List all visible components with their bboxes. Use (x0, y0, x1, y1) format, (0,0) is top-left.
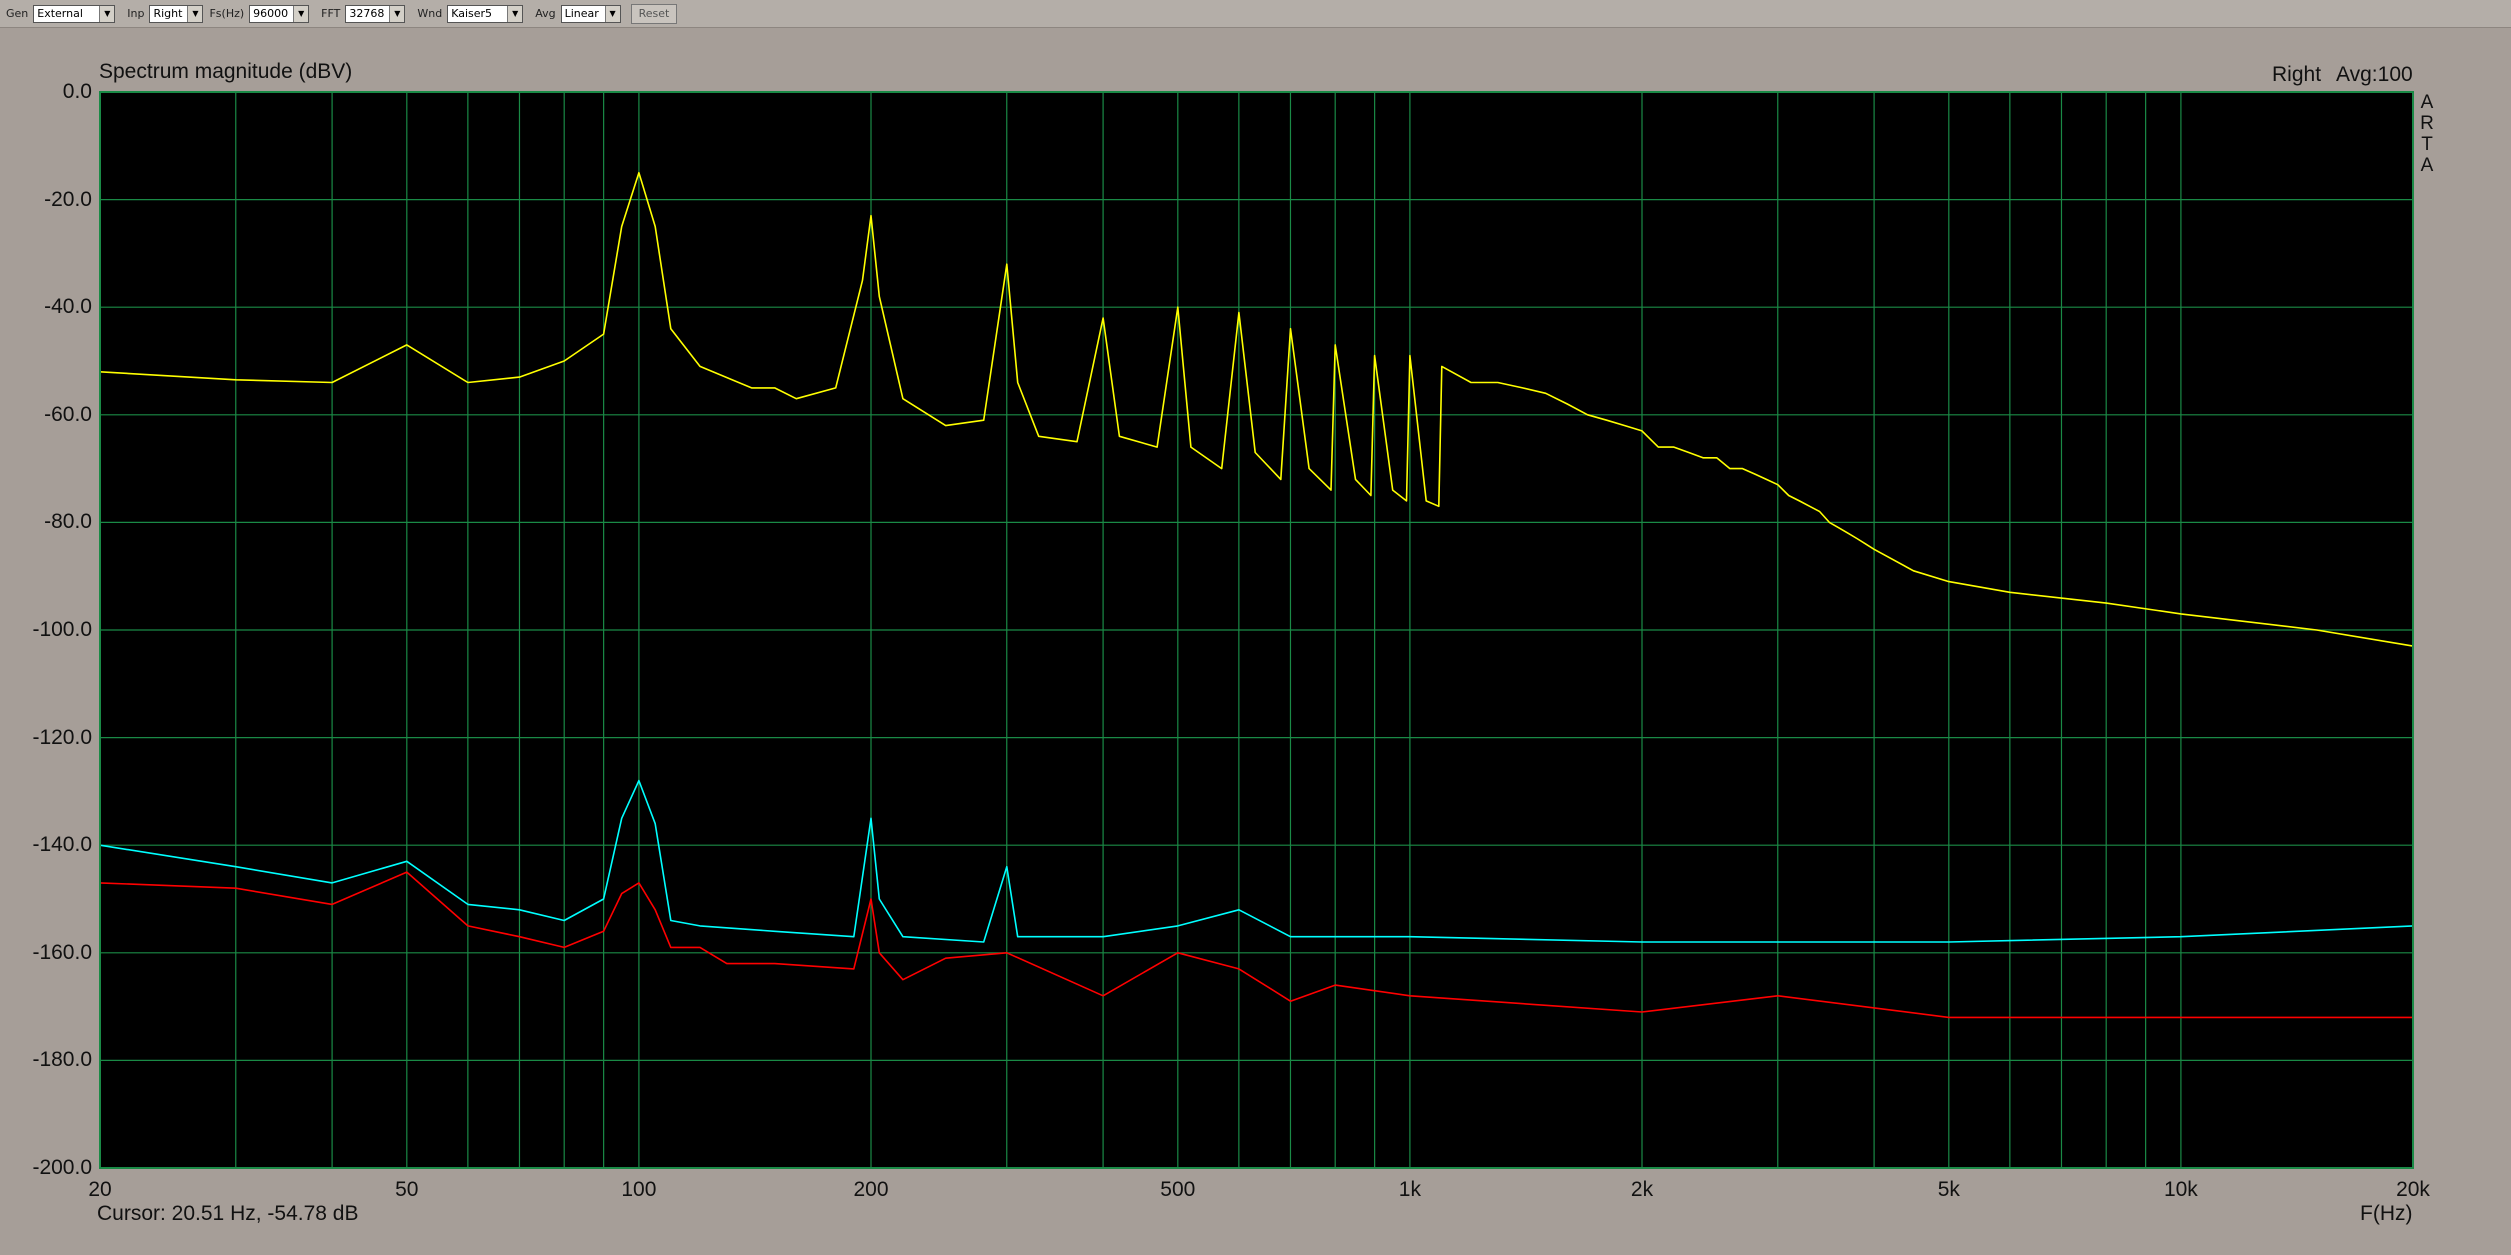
y-tick-label: 0.0 (62, 80, 92, 103)
y-tick-label: -100.0 (32, 618, 92, 641)
x-tick-label: 500 (1160, 1178, 1196, 1201)
y-tick-label: -200.0 (32, 1156, 92, 1179)
x-tick-label: 5k (1937, 1178, 1960, 1201)
x-tick-label: 20 (88, 1178, 112, 1201)
x-axis-label: F(Hz) (2360, 1202, 2413, 1225)
spectrum-chart[interactable] (0, 0, 2511, 1255)
y-tick-label: -40.0 (44, 295, 92, 319)
x-tick-label: 100 (621, 1178, 657, 1201)
cursor-readout: Cursor: 20.51 Hz, -54.78 dB (97, 1202, 359, 1225)
x-tick-label: 50 (395, 1178, 419, 1201)
x-tick-label: 2k (1630, 1178, 1654, 1201)
y-tick-label: -120.0 (32, 725, 92, 749)
y-tick-label: -180.0 (32, 1048, 92, 1072)
y-tick-label: -160.0 (32, 940, 92, 964)
y-tick-label: -60.0 (44, 402, 92, 426)
x-tick-label: 20k (2396, 1178, 2430, 1201)
x-tick-label: 10k (2163, 1178, 2198, 1201)
x-tick-label: 200 (853, 1178, 889, 1201)
y-tick-label: -80.0 (44, 510, 92, 534)
x-tick-label: 1k (1398, 1178, 1421, 1201)
y-tick-label: -140.0 (32, 833, 92, 857)
y-tick-label: -20.0 (44, 187, 92, 211)
